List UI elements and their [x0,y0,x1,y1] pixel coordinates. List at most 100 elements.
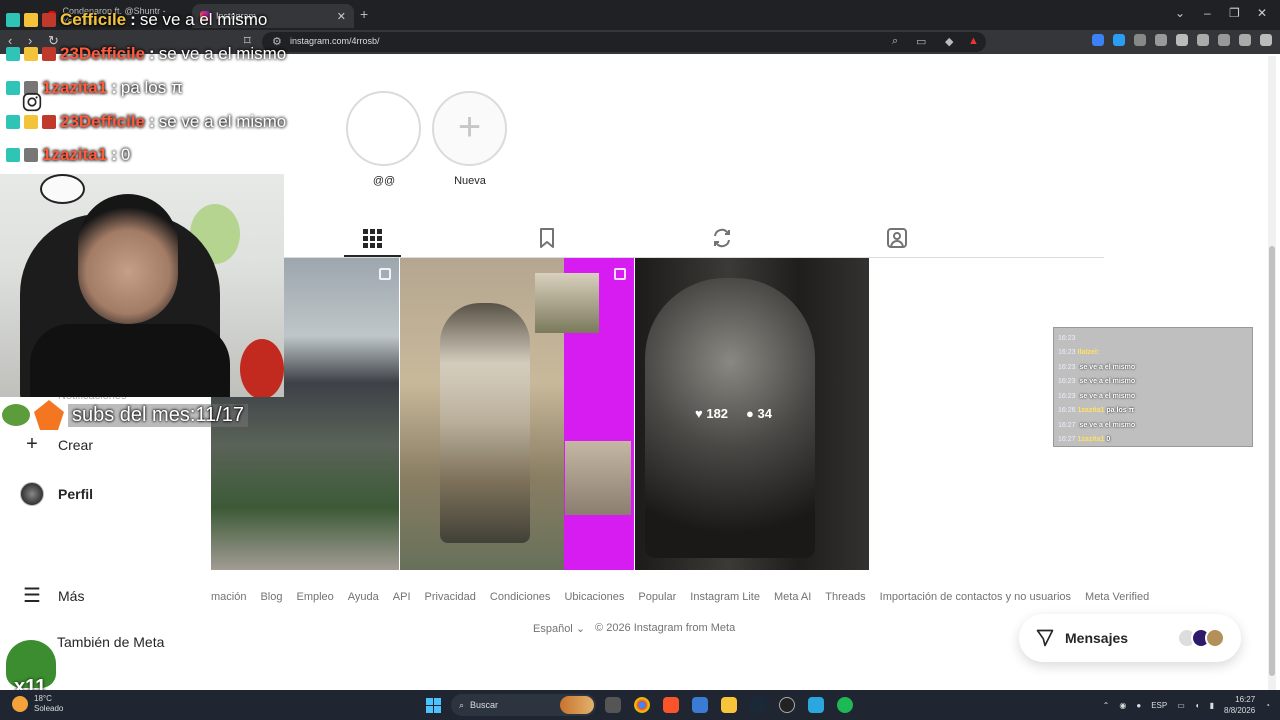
store-icon[interactable] [692,697,708,713]
chat-text: se ve a el mismo [139,10,268,29]
toy-figure [40,174,85,204]
language-indicator[interactable]: ESP [1151,701,1167,710]
chat-time: 16:27 [1058,436,1076,444]
chevron-up-icon[interactable]: ⌃ [1103,701,1110,710]
task-view-icon[interactable] [605,697,621,713]
footer-link[interactable]: Empleo [297,591,334,603]
weather-text: 18°C Soleado [34,694,63,714]
footer-link[interactable]: Ayuda [348,591,379,603]
close-window-icon[interactable]: ✕ [1257,6,1267,20]
address-bar[interactable]: ⚙ instagram.com/4rrosb/ ⌕ ▭ ◆ ▲ [262,32,986,52]
badge-icon [6,148,20,162]
post-image [535,273,599,333]
wallet-icon[interactable] [1197,34,1209,46]
weather-widget[interactable]: 18°C Soleado [12,694,63,714]
red-object [240,339,284,397]
footer-link[interactable]: Blog [260,591,282,603]
footer-link[interactable]: Popular [638,591,676,603]
battery-icon[interactable]: ▮ [1210,701,1214,710]
extension-icon[interactable] [1113,34,1125,46]
tab-list-icon[interactable]: ⌄ [1175,6,1185,20]
new-highlight-button[interactable]: + [432,91,507,166]
likes-stat: ♥ 182 [695,406,728,421]
messages-button[interactable]: Mensajes [1019,614,1241,662]
scrollbar-thumb[interactable] [1269,246,1275,676]
notification-icon[interactable]: ◔ [1265,701,1270,710]
nav-more[interactable]: ☰ Más [20,583,84,608]
windows-taskbar: 18°C Soleado ⌕ Buscar ⌃ ◉ ● ESP ▭ ◖ ▮ 16… [0,690,1280,720]
puzzle-icon[interactable] [1134,34,1146,46]
footer-link[interactable]: API [393,591,411,603]
file-explorer-icon[interactable] [721,697,737,713]
app-icon[interactable] [808,697,824,713]
ai-icon[interactable] [1218,34,1230,46]
post-tile[interactable] [400,258,634,570]
footer-link[interactable]: Privacidad [425,591,476,603]
post-tile[interactable]: ♥ 182 ● 34 [635,258,869,570]
footer-link[interactable]: Threads [825,591,865,603]
footer-link[interactable]: Instagram Lite [690,591,760,603]
spotify-icon[interactable] [837,697,853,713]
chat-text: 0 [120,145,131,164]
nav-create[interactable]: + Crear [20,433,93,456]
webcam-overlay [0,174,284,397]
brave-shield-icon[interactable]: ◆ [945,35,953,48]
url-text[interactable]: instagram.com/4rrosb/ [290,36,380,46]
vpn-icon[interactable] [1239,34,1251,46]
flag-icon [42,47,56,61]
language-select[interactable]: Español ⌄ [533,622,585,635]
story-highlight[interactable] [346,91,421,166]
footer-link[interactable]: Importación de contactos y no usuarios [880,591,1071,603]
footer-link[interactable]: Meta Verified [1085,591,1149,603]
search-highlight-image [560,696,594,714]
stream-chat-line: 1zazita1: 0 [6,145,130,165]
brave-icon[interactable] [663,697,679,713]
extension-icon[interactable] [1092,34,1104,46]
discord-icon[interactable]: ◉ [1119,701,1126,710]
saved-icon[interactable] [535,226,559,250]
nav-profile[interactable]: Perfil [20,482,93,506]
hamburger-icon: ☰ [23,585,41,607]
nav-also-from-meta[interactable]: También de Meta [57,634,164,650]
minimize-icon[interactable]: – [1204,6,1211,20]
footer-link[interactable]: Meta AI [774,591,811,603]
chrome-icon[interactable] [634,697,650,713]
tagged-icon[interactable] [885,226,909,250]
grid-icon[interactable] [360,226,384,250]
maximize-icon[interactable]: ❐ [1229,6,1240,20]
start-button[interactable] [426,698,441,713]
chat-user: Cefficile [60,10,127,29]
music-icon[interactable] [1155,34,1167,46]
chat-text: se ve a el mismo [158,44,287,63]
zoom-icon[interactable]: ⌕ [892,35,898,48]
reposts-icon[interactable] [710,226,734,250]
badge-icon [6,81,20,95]
menu-icon[interactable] [1260,34,1272,46]
chat-row: 16:26 1zazita1 pa los π [1058,404,1248,419]
chat-text: pa los π [120,78,183,97]
flag-icon [42,115,56,129]
chat-text: se ve a el mismo [1079,378,1136,386]
scrollbar[interactable] [1268,56,1276,690]
microphone-icon[interactable]: ● [1136,701,1141,710]
sidebar-icon[interactable] [1176,34,1188,46]
clock[interactable]: 16:27 8/8/2026 [1224,694,1255,716]
cast-icon[interactable]: ▭ [916,35,926,48]
close-tab-icon[interactable]: ✕ [337,10,346,23]
footer-link[interactable]: mación [211,591,246,603]
taskbar-search[interactable]: ⌕ Buscar [451,694,596,716]
network-icon[interactable]: ▭ [1177,701,1185,710]
footer-link[interactable]: Ubicaciones [564,591,624,603]
crown-icon [24,115,38,129]
steam-icon[interactable] [750,697,766,713]
volume-icon[interactable]: ◖ [1195,701,1200,710]
instagram-icon[interactable] [22,92,42,112]
plus-icon: + [457,105,482,149]
brave-rewards-icon[interactable]: ▲ [968,35,979,47]
footer-link[interactable]: Condiciones [490,591,551,603]
new-tab-button[interactable]: + [360,6,368,22]
story-label: Nueva [454,175,486,187]
system-tray: ⌃ ◉ ● ESP ▭ ◖ ▮ 16:27 8/8/2026 ◔ [1103,694,1270,716]
streamer-face [78,194,178,324]
obs-icon[interactable] [779,697,795,713]
